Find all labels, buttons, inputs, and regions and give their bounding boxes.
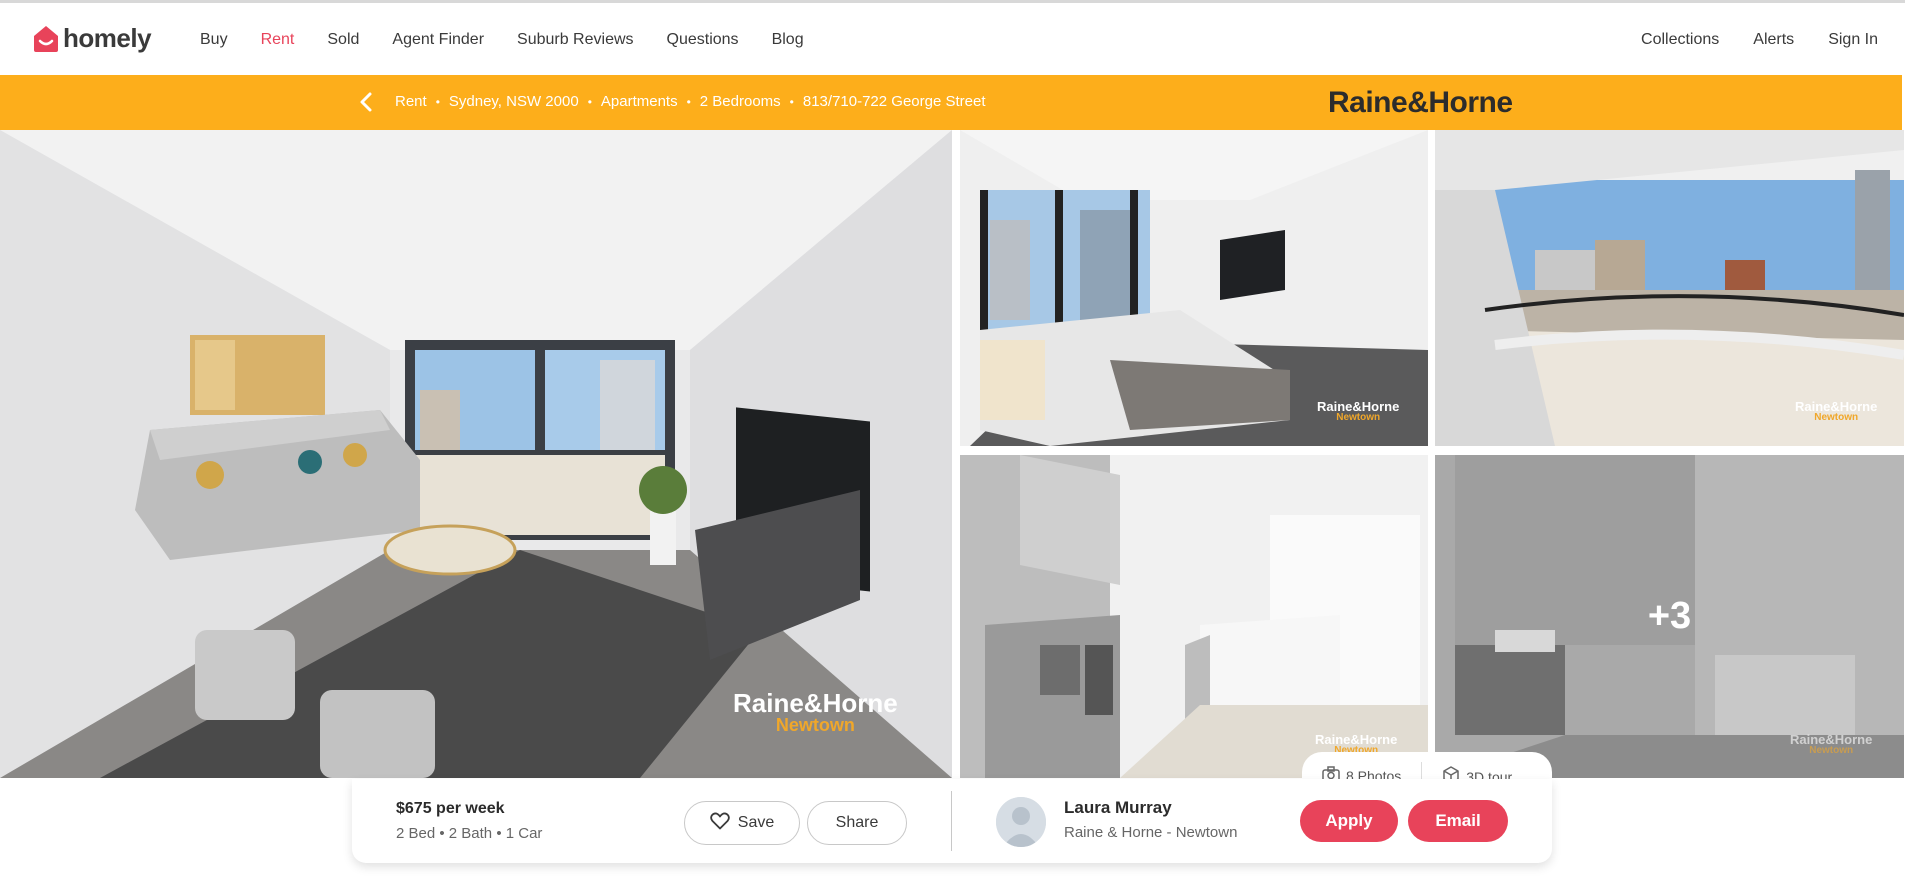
chevron-left-icon[interactable] xyxy=(356,91,378,113)
nav-sign-in[interactable]: Sign In xyxy=(1828,31,1878,49)
logo-wordmark: homely xyxy=(63,23,152,53)
nav-rent[interactable]: Rent xyxy=(261,31,295,49)
account-nav: Collections Alerts Sign In xyxy=(1607,31,1878,49)
photo-bedroom[interactable]: Raine&Horne Newtown xyxy=(960,130,1428,446)
breadcrumb-suburb[interactable]: Sydney, NSW 2000 xyxy=(449,93,579,110)
nav-sold[interactable]: Sold xyxy=(327,31,359,49)
heart-icon xyxy=(709,812,730,835)
card-divider xyxy=(951,791,952,851)
apply-button[interactable]: Apply xyxy=(1300,800,1398,842)
site-header: homely Buy Rent Sold Agent Finder Suburb… xyxy=(0,3,1905,75)
homely-house-icon xyxy=(33,25,59,53)
photo-watermark: Raine&Horne Newtown xyxy=(733,688,898,735)
email-button[interactable]: Email xyxy=(1408,800,1508,842)
listing-price: $675 per week xyxy=(396,800,505,817)
main-nav: Buy Rent Sold Agent Finder Suburb Review… xyxy=(200,31,837,49)
agent-agency: Raine & Horne - Newtown xyxy=(1064,824,1238,841)
nav-alerts[interactable]: Alerts xyxy=(1753,31,1794,49)
breadcrumb-separator: • xyxy=(587,94,592,109)
homely-logo[interactable]: homely xyxy=(33,23,152,54)
photo-bathroom-more[interactable]: +3 Raine&Horne Newtown xyxy=(1435,455,1904,778)
main-photo-living-room[interactable]: Raine&Horne Newtown xyxy=(0,130,952,778)
breadcrumb-bedrooms[interactable]: 2 Bedrooms xyxy=(700,93,781,110)
breadcrumb-rent[interactable]: Rent xyxy=(395,93,427,110)
photo-watermark: Raine&Horne Newtown xyxy=(1317,399,1400,423)
agent-avatar[interactable] xyxy=(996,797,1046,847)
nav-agent-finder[interactable]: Agent Finder xyxy=(392,31,484,49)
breadcrumb-type[interactable]: Apartments xyxy=(601,93,678,110)
listing-specs: 2 Bed • 2 Bath • 1 Car xyxy=(396,825,543,842)
photo-kitchen[interactable]: Raine&Horne Newtown xyxy=(960,455,1428,778)
breadcrumb-separator: • xyxy=(686,94,691,109)
avatar-placeholder-icon xyxy=(996,797,1046,847)
listing-summary-card: $675 per week 2 Bed • 2 Bath • 1 Car Sav… xyxy=(352,779,1552,863)
agent-name[interactable]: Laura Murray xyxy=(1064,798,1172,818)
photo-balcony[interactable]: Raine&Horne Newtown xyxy=(1435,130,1904,446)
nav-collections[interactable]: Collections xyxy=(1641,31,1719,49)
breadcrumb: Rent • Sydney, NSW 2000 • Apartments • 2… xyxy=(395,93,986,110)
breadcrumb-address: 813/710-722 George Street xyxy=(802,93,986,110)
photo-watermark: Raine&Horne Newtown xyxy=(1790,732,1873,756)
save-label: Save xyxy=(737,814,775,831)
breadcrumb-separator: • xyxy=(435,94,440,109)
nav-blog[interactable]: Blog xyxy=(772,31,804,49)
breadcrumb-separator: • xyxy=(789,94,794,109)
nav-buy[interactable]: Buy xyxy=(200,31,228,49)
nav-questions[interactable]: Questions xyxy=(667,31,739,49)
agency-bar: Rent • Sydney, NSW 2000 • Apartments • 2… xyxy=(0,75,1902,130)
save-button[interactable]: Save xyxy=(684,801,800,845)
share-button[interactable]: Share xyxy=(807,801,907,845)
more-photos-count[interactable]: +3 xyxy=(1435,455,1904,778)
nav-suburb-reviews[interactable]: Suburb Reviews xyxy=(517,31,634,49)
agency-logo[interactable]: Raine&Horne xyxy=(1328,86,1513,120)
share-label: Share xyxy=(835,814,879,831)
photo-watermark: Raine&Horne Newtown xyxy=(1795,399,1878,423)
